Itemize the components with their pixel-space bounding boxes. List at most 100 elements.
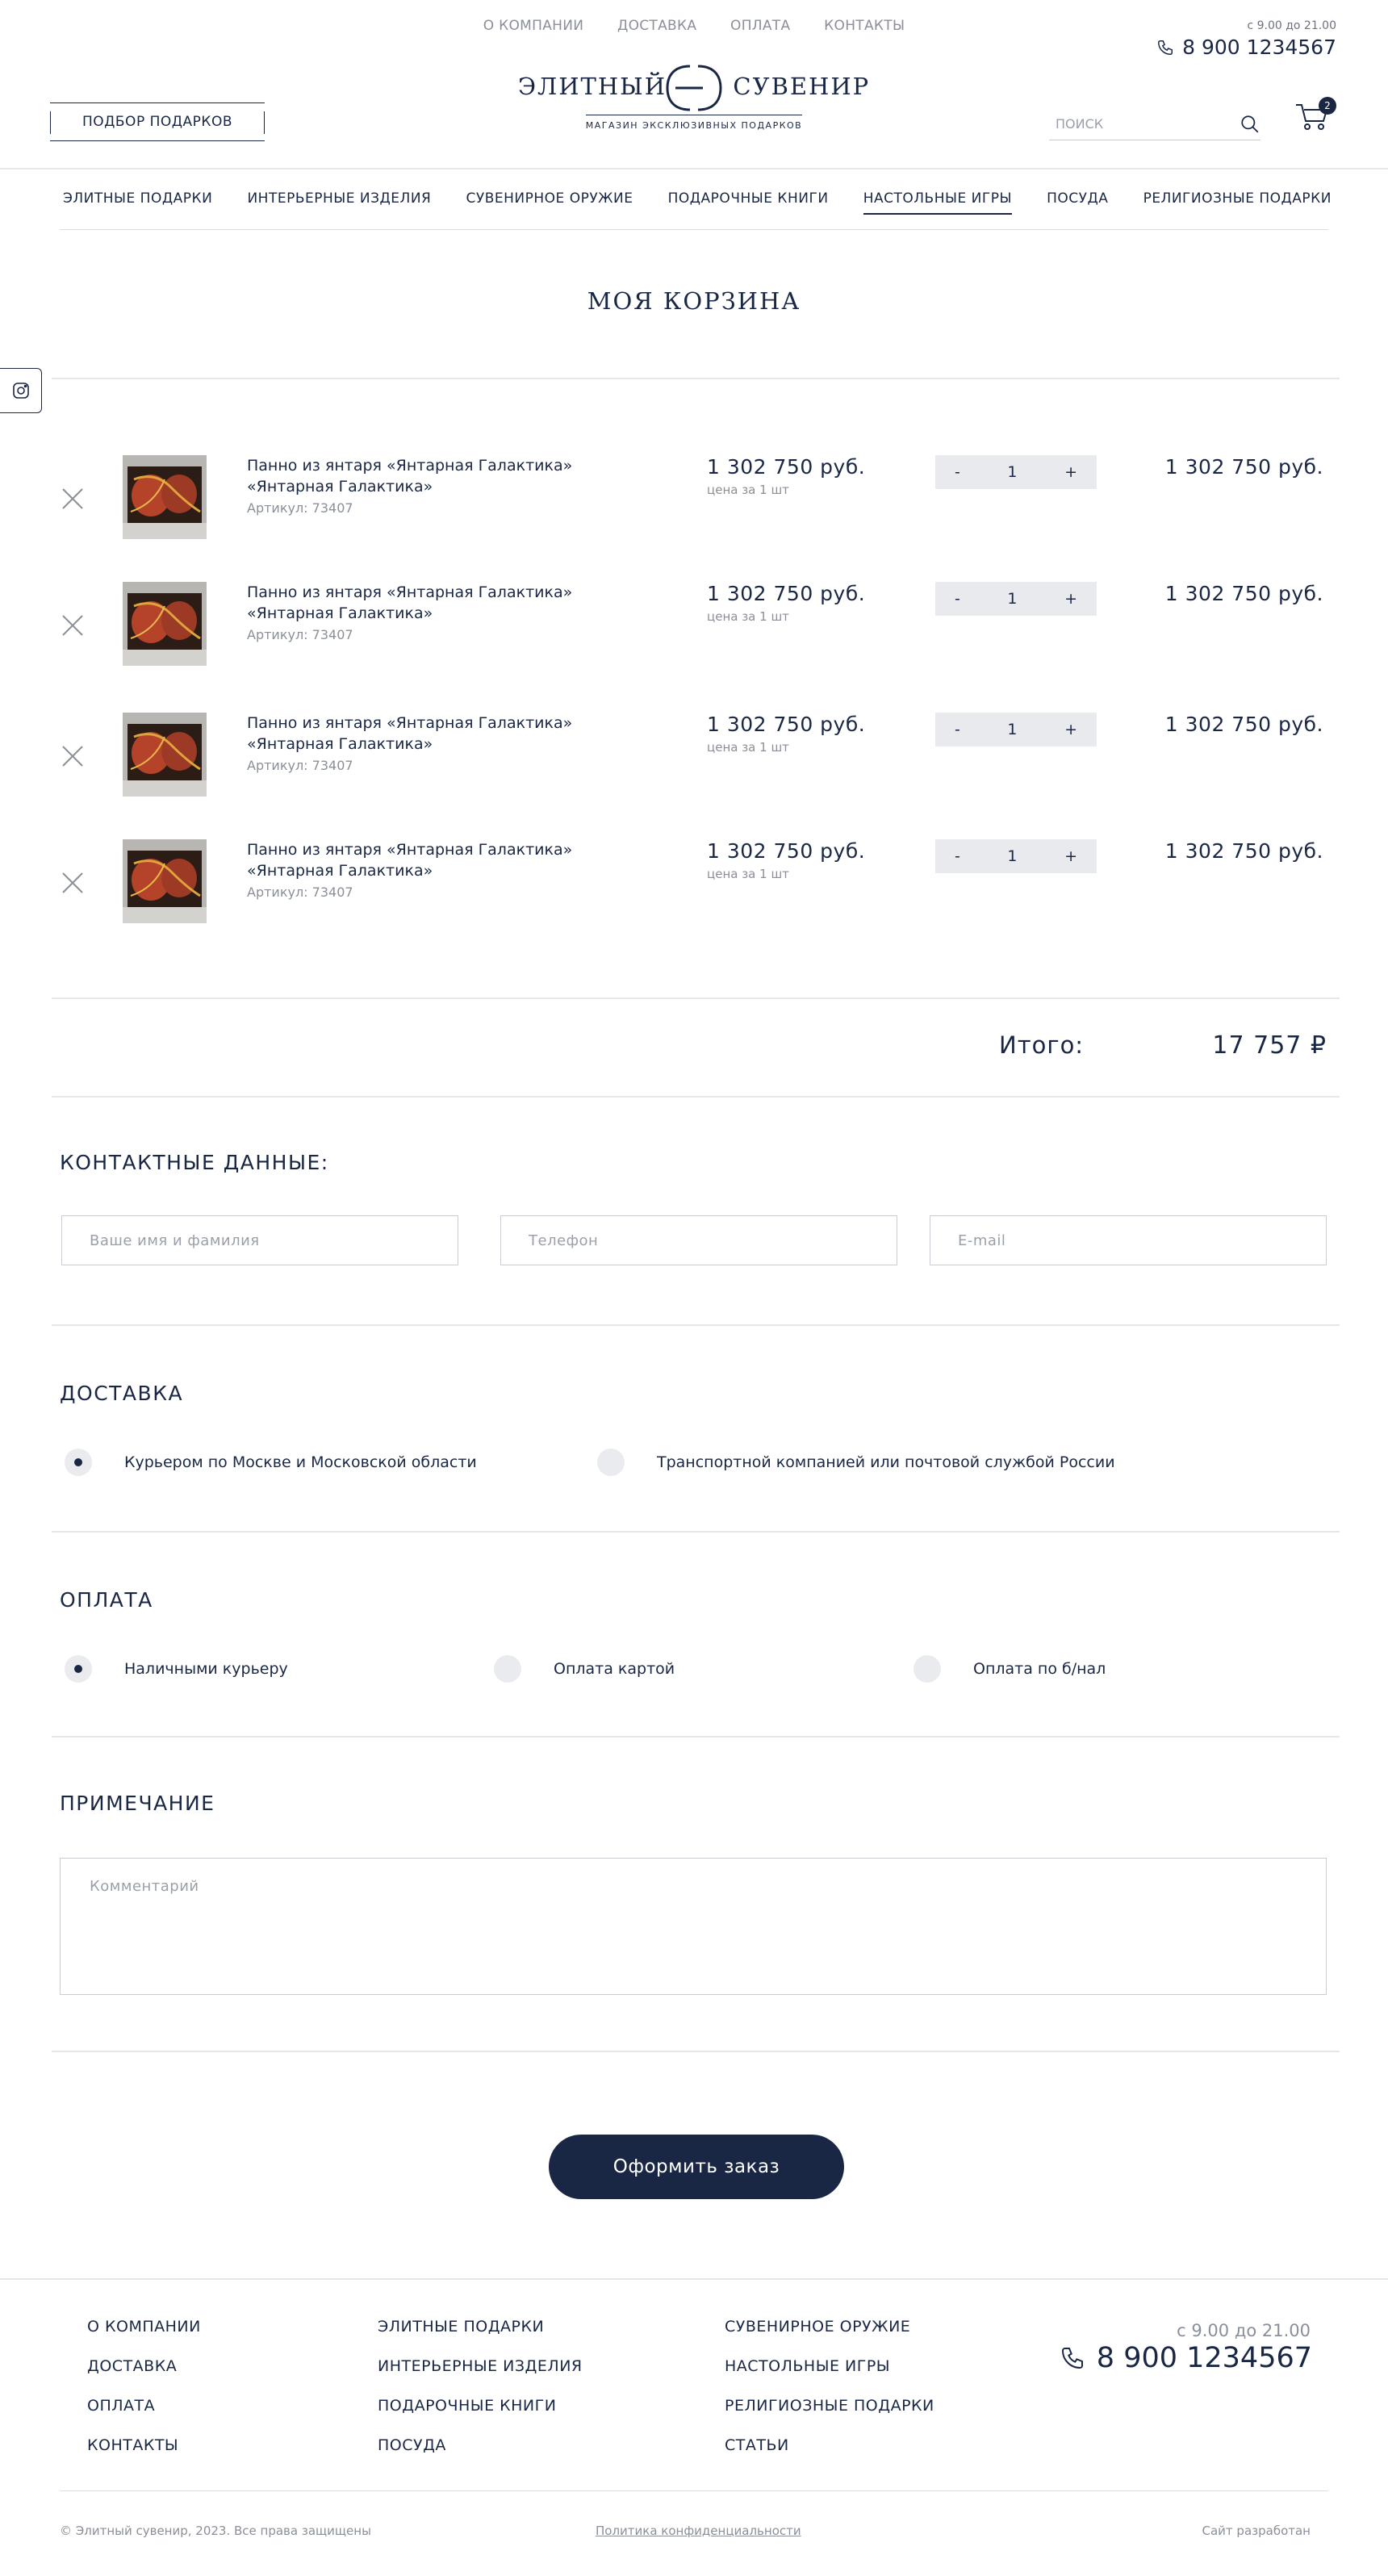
category-weapons[interactable]: СУВЕНИРНОЕ ОРУЖИЕ xyxy=(466,190,633,215)
product-image[interactable] xyxy=(123,713,207,797)
footer-phone[interactable]: 8 900 1234567 xyxy=(1060,2342,1312,2374)
footer-link-tableware[interactable]: ПОСУДА xyxy=(378,2436,583,2457)
qty-increase-button[interactable]: + xyxy=(1064,590,1077,608)
qty-increase-button[interactable]: + xyxy=(1064,721,1077,738)
footer-hours: с 9.00 до 21.00 xyxy=(1177,2321,1311,2340)
qty-increase-button[interactable]: + xyxy=(1064,463,1077,481)
footer-link-board-games[interactable]: НАСТОЛЬНЫЕ ИГРЫ xyxy=(725,2357,934,2378)
search-icon[interactable] xyxy=(1240,114,1260,135)
footer-link-about[interactable]: О КОМПАНИИ xyxy=(87,2318,201,2339)
payment-option-transfer-label: Оплата по б/нал xyxy=(973,1660,1106,1678)
footer-phone-number[interactable]: 8 900 1234567 xyxy=(1097,2342,1312,2374)
product-name[interactable]: Панно из янтаря «Янтарная Галактика» «Янт… xyxy=(247,455,626,497)
payment-divider xyxy=(52,1736,1340,1738)
footer-link-articles[interactable]: СТАТЬИ xyxy=(725,2436,934,2457)
contacts-divider xyxy=(52,1324,1340,1326)
product-name-line-1[interactable]: Панно из янтаря «Янтарная Галактика» xyxy=(247,839,626,860)
email-field xyxy=(930,1215,1327,1265)
product-name-line-2[interactable]: «Янтарная Галактика» xyxy=(247,860,626,881)
footer-link-books[interactable]: ПОДАРОЧНЫЕ КНИГИ xyxy=(378,2397,583,2418)
top-nav-delivery[interactable]: ДОСТАВКА xyxy=(617,18,696,34)
radio-unselected-icon[interactable] xyxy=(913,1655,941,1683)
product-name-line-2[interactable]: «Янтарная Галактика» xyxy=(247,734,626,755)
remove-item-icon[interactable] xyxy=(60,870,86,896)
product-name[interactable]: Панно из янтаря «Янтарная Галактика» «Янт… xyxy=(247,582,626,624)
privacy-policy-link[interactable]: Политика конфиденциальности xyxy=(596,2524,801,2538)
payment-option-cash[interactable]: Наличными курьеру xyxy=(65,1655,288,1683)
footer-link-elite-gifts[interactable]: ЭЛИТНЫЕ ПОДАРКИ xyxy=(378,2318,583,2339)
page-title: МОЯ КОРЗИНА xyxy=(587,287,801,315)
payment-option-transfer[interactable]: Оплата по б/нал xyxy=(913,1655,1106,1683)
category-tableware[interactable]: ПОСУДА xyxy=(1047,190,1108,215)
qty-decrease-button[interactable]: - xyxy=(955,847,960,865)
qty-decrease-button[interactable]: - xyxy=(955,721,960,738)
header-phone[interactable]: 8 900 1234567 xyxy=(1156,36,1336,59)
remove-item-icon[interactable] xyxy=(60,743,86,769)
product-name-line-2[interactable]: «Янтарная Галактика» xyxy=(247,603,626,624)
category-board-games[interactable]: НАСТОЛЬНЫЕ ИГРЫ xyxy=(863,190,1012,215)
payment-option-cash-label: Наличными курьеру xyxy=(124,1660,288,1678)
name-input[interactable] xyxy=(90,1232,458,1249)
instagram-link[interactable] xyxy=(0,368,42,413)
radio-selected-icon[interactable] xyxy=(65,1449,92,1476)
phone-input[interactable] xyxy=(529,1232,897,1249)
header-phone-number[interactable]: 8 900 1234567 xyxy=(1182,36,1336,59)
logo-emblem-icon xyxy=(666,65,722,111)
footer-col-catalog-1: ЭЛИТНЫЕ ПОДАРКИ ИНТЕРЬЕРНЫЕ ИЗДЕЛИЯ ПОДА… xyxy=(378,2318,583,2476)
product-image[interactable] xyxy=(123,839,207,923)
product-name-line-1[interactable]: Панно из янтаря «Янтарная Галактика» xyxy=(247,455,626,476)
instagram-icon xyxy=(12,383,29,399)
product-name-line-1[interactable]: Панно из янтаря «Янтарная Галактика» xyxy=(247,713,626,734)
radio-unselected-icon[interactable] xyxy=(494,1655,521,1683)
site-logo[interactable]: ЭЛИТНЫЙ СУВЕНИР МАГАЗИН ЭКСКЛЮЗИВНЫХ ПОД… xyxy=(484,61,904,142)
cart-bottom-divider xyxy=(52,997,1340,999)
category-books[interactable]: ПОДАРОЧНЫЕ КНИГИ xyxy=(668,190,829,215)
logo-tagline: МАГАЗИН ЭКСКЛЮЗИВНЫХ ПОДАРКОВ xyxy=(585,115,803,131)
delivery-option-courier[interactable]: Курьером по Москве и Московской области xyxy=(65,1449,477,1476)
qty-value[interactable]: 1 xyxy=(1007,463,1017,481)
top-nav-about[interactable]: О КОМПАНИИ xyxy=(483,18,584,34)
total-divider xyxy=(52,1096,1340,1098)
email-input[interactable] xyxy=(958,1232,1326,1249)
qty-value[interactable]: 1 xyxy=(1007,590,1017,608)
qty-increase-button[interactable]: + xyxy=(1064,847,1077,865)
gift-selection-button[interactable]: ПОДБОР ПОДАРКОВ xyxy=(50,102,265,141)
category-religious[interactable]: РЕЛИГИОЗНЫЕ ПОДАРКИ xyxy=(1143,190,1332,215)
radio-unselected-icon[interactable] xyxy=(597,1449,625,1476)
cart-item: Панно из янтаря «Янтарная Галактика» «Янт… xyxy=(52,582,1340,671)
developer-link[interactable]: Сайт разработан xyxy=(1202,2524,1311,2538)
product-name-line-2[interactable]: «Янтарная Галактика» xyxy=(247,476,626,497)
product-image[interactable] xyxy=(123,582,207,666)
footer-link-religious[interactable]: РЕЛИГИОЗНЫЕ ПОДАРКИ xyxy=(725,2397,934,2418)
cart-button[interactable]: 2 xyxy=(1294,97,1336,142)
comment-input[interactable] xyxy=(90,1878,1297,1975)
footer-link-weapons[interactable]: СУВЕНИРНОЕ ОРУЖИЕ xyxy=(725,2318,934,2339)
footer-link-contacts[interactable]: КОНТАКТЫ xyxy=(87,2436,201,2457)
cart-count-badge: 2 xyxy=(1319,97,1336,115)
place-order-button[interactable]: Оформить заказ xyxy=(549,2135,844,2199)
qty-decrease-button[interactable]: - xyxy=(955,590,960,608)
footer-link-interior[interactable]: ИНТЕРЬЕРНЫЕ ИЗДЕЛИЯ xyxy=(378,2357,583,2378)
radio-selected-icon[interactable] xyxy=(65,1655,92,1683)
search-input[interactable] xyxy=(1049,116,1240,132)
remove-item-icon[interactable] xyxy=(60,486,86,512)
product-image[interactable] xyxy=(123,455,207,539)
top-nav-payment[interactable]: ОПЛАТА xyxy=(730,18,790,34)
delivery-option-transport[interactable]: Транспортной компанией или почтовой служ… xyxy=(597,1449,1115,1476)
category-elite-gifts[interactable]: ЭЛИТНЫЕ ПОДАРКИ xyxy=(63,190,212,215)
top-nav-contacts[interactable]: КОНТАКТЫ xyxy=(824,18,905,34)
product-name-line-1[interactable]: Панно из янтаря «Янтарная Галактика» xyxy=(247,582,626,603)
remove-item-icon[interactable] xyxy=(60,613,86,638)
footer-link-payment[interactable]: ОПЛАТА xyxy=(87,2397,201,2418)
product-name[interactable]: Панно из янтаря «Янтарная Галактика» «Янт… xyxy=(247,839,626,881)
footer-link-delivery[interactable]: ДОСТАВКА xyxy=(87,2357,201,2378)
line-total: 1 302 750 руб. xyxy=(1164,713,1323,736)
category-interior[interactable]: ИНТЕРЬЕРНЫЕ ИЗДЕЛИЯ xyxy=(247,190,431,215)
qty-decrease-button[interactable]: - xyxy=(955,463,960,481)
product-name[interactable]: Панно из янтаря «Янтарная Галактика» «Янт… xyxy=(247,713,626,755)
footer-bottom-divider xyxy=(60,2490,1328,2491)
qty-value[interactable]: 1 xyxy=(1007,721,1017,738)
copyright: © Элитный сувенир, 2023. Все права защищ… xyxy=(60,2524,371,2538)
payment-option-card[interactable]: Оплата картой xyxy=(494,1655,675,1683)
qty-value[interactable]: 1 xyxy=(1007,847,1017,865)
